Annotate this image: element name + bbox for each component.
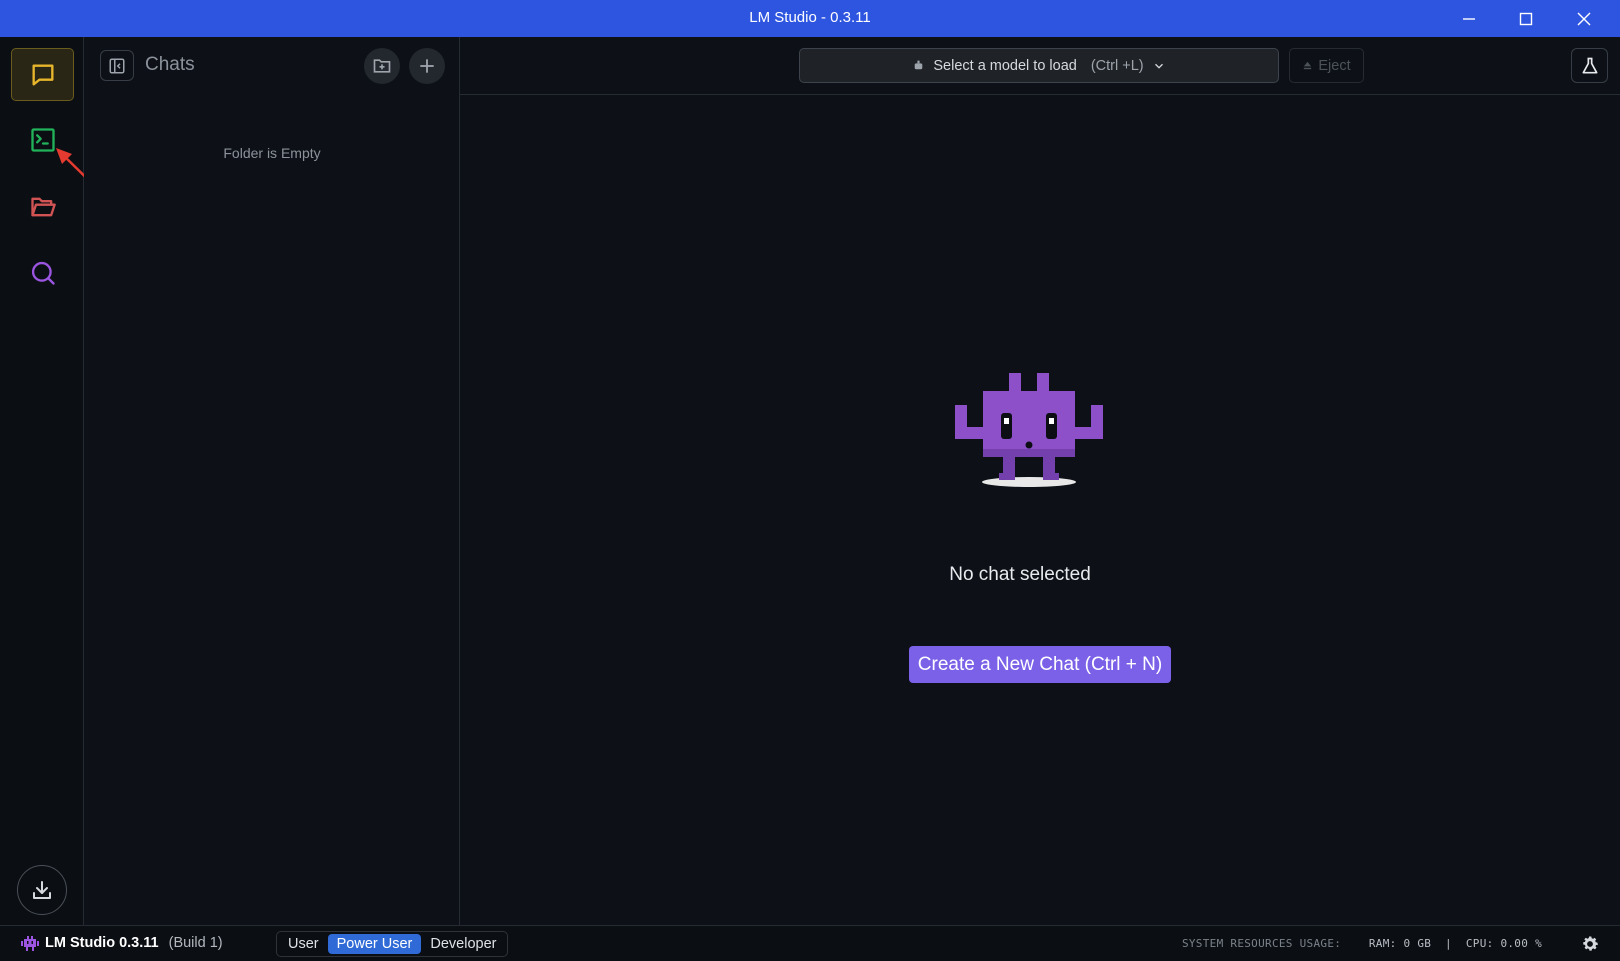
eject-icon [1304, 61, 1312, 70]
model-toolbar: Select a model to load (Ctrl +L) Eject [460, 37, 1620, 95]
system-resources: SYSTEM RESOURCES USAGE: RAM: 0 GB | CPU:… [1182, 937, 1542, 950]
app-info: LM Studio 0.3.11 (Build 1) [21, 935, 223, 951]
chats-title: Chats [145, 54, 195, 75]
plus-icon [420, 59, 434, 73]
minimize-icon [1463, 17, 1475, 20]
build-number: (Build 1) [168, 935, 223, 951]
model-select-shortcut: (Ctrl +L) [1090, 57, 1144, 74]
status-bar: LM Studio 0.3.11 (Build 1) User Power Us… [0, 925, 1620, 961]
minimize-button[interactable] [1440, 0, 1498, 37]
ram-usage: RAM: 0 GB [1368, 937, 1432, 950]
create-new-chat-button[interactable]: Create a New Chat (Ctrl + N) [909, 646, 1171, 683]
mode-power-user[interactable]: Power User [327, 934, 422, 954]
sidebar-collapse-icon [109, 58, 125, 73]
robot-icon [915, 60, 923, 70]
rail-item-chat[interactable] [11, 48, 74, 101]
no-chat-message: No chat selected [949, 564, 1091, 585]
mascot-illustration [955, 373, 1103, 487]
new-chat-plus-button[interactable] [409, 48, 445, 84]
rail-item-discover[interactable] [11, 246, 74, 299]
chats-panel: Chats Folder is Empty [84, 37, 460, 925]
close-button[interactable] [1555, 0, 1613, 37]
chats-header: Chats [84, 37, 460, 94]
title-bar: LM Studio - 0.3.11 [0, 0, 1620, 37]
eject-label: Eject [1318, 57, 1351, 74]
close-icon [1577, 12, 1591, 25]
ui-mode-switcher: User Power User Developer [276, 931, 509, 957]
new-folder-button[interactable] [364, 48, 400, 84]
lab-settings-button[interactable] [1571, 48, 1608, 83]
chat-bubble-icon [31, 64, 53, 86]
chevron-down-icon [1154, 63, 1163, 69]
mode-user[interactable]: User [279, 934, 328, 954]
model-select-label: Select a model to load [933, 57, 1077, 74]
empty-folder-text: Folder is Empty [223, 145, 321, 161]
gear-icon[interactable] [1580, 934, 1600, 954]
model-select-dropdown[interactable]: Select a model to load (Ctrl +L) [799, 48, 1279, 83]
flask-icon [1582, 57, 1597, 73]
mode-developer[interactable]: Developer [421, 934, 505, 954]
download-icon [33, 881, 51, 899]
maximize-button[interactable] [1497, 0, 1555, 37]
cpu-usage: CPU: 0.00 % [1465, 937, 1542, 950]
mascot-logo-icon [21, 935, 39, 951]
main-area: Select a model to load (Ctrl +L) Eject N… [460, 37, 1620, 925]
app-version: LM Studio 0.3.11 [45, 935, 159, 951]
sidebar-toggle-button[interactable] [100, 50, 134, 81]
nav-rail [0, 37, 113, 925]
resources-separator: | [1445, 937, 1452, 950]
eject-button[interactable]: Eject [1289, 48, 1364, 83]
search-icon [31, 261, 55, 285]
resources-label: SYSTEM RESOURCES USAGE: [1181, 937, 1342, 950]
downloads-button[interactable] [17, 865, 67, 915]
maximize-icon [1519, 12, 1533, 25]
window-title: LM Studio - 0.3.11 [749, 9, 871, 26]
folder-plus-icon [373, 59, 391, 73]
